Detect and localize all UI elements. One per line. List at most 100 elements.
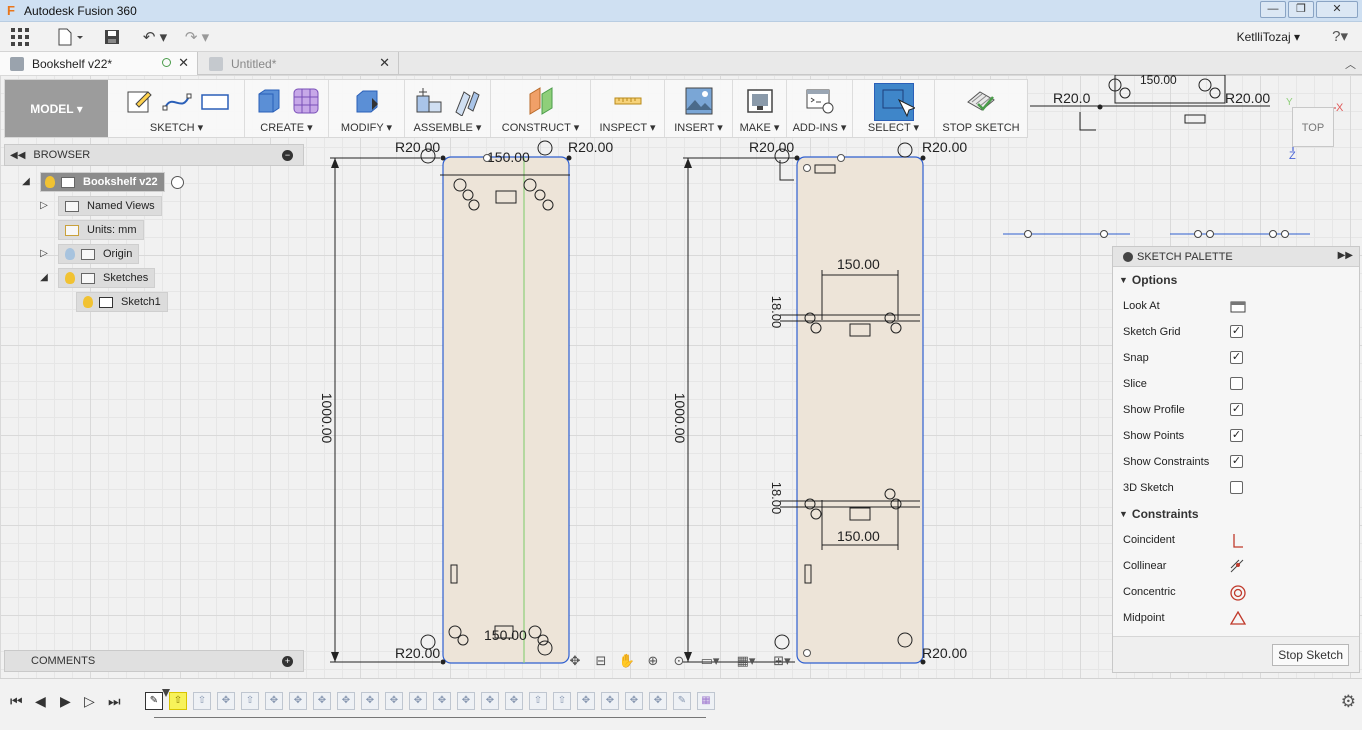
expanded-triangle-icon[interactable]: ◢ — [38, 272, 50, 284]
sketch-palette-header[interactable]: SKETCH PALETTE ▶▶ — [1113, 247, 1359, 267]
visibility-bulb-icon[interactable] — [65, 272, 75, 284]
timeline-feature[interactable]: ✥ — [649, 692, 667, 710]
form-icon[interactable] — [291, 86, 321, 116]
toolbar-group-make[interactable]: MAKE ▾ — [733, 80, 787, 137]
go-to-end-icon[interactable]: ⏭ — [108, 693, 121, 710]
timeline-feature[interactable]: ✥ — [385, 692, 403, 710]
close-tab-icon[interactable]: ✕ — [178, 55, 189, 71]
browser-panel-header[interactable]: ◀◀ BROWSER − — [4, 144, 304, 166]
display-settings-icon[interactable]: ▭▾ — [696, 653, 724, 669]
tab-bookshelf[interactable]: Bookshelf v22* ✕ — [0, 52, 198, 75]
help-icon[interactable]: ?▾ — [1332, 27, 1348, 45]
select-tool-button[interactable] — [873, 83, 916, 121]
timeline-feature[interactable]: ✎ — [673, 692, 691, 710]
fit-icon[interactable]: ⊙ — [670, 653, 688, 669]
step-back-icon[interactable]: ◀︎ — [35, 693, 46, 710]
timeline-feature[interactable]: ✥ — [601, 692, 619, 710]
play-icon[interactable]: ▶ — [60, 693, 71, 710]
visibility-bulb-icon[interactable] — [45, 176, 55, 188]
spline-icon[interactable] — [162, 86, 192, 116]
add-comment-icon[interactable]: + — [282, 656, 293, 667]
extrude-icon[interactable] — [253, 86, 283, 116]
stop-sketch-icon[interactable] — [966, 86, 996, 116]
timeline-feature[interactable]: ✥ — [481, 692, 499, 710]
collapsed-triangle-icon[interactable]: ▷ — [38, 248, 50, 260]
timeline-feature[interactable]: ✥ — [217, 692, 235, 710]
toolbar-group-insert[interactable]: INSERT ▾ — [665, 80, 733, 137]
timeline-feature[interactable]: ✥ — [361, 692, 379, 710]
slice-checkbox[interactable] — [1230, 377, 1243, 390]
grid-settings-icon[interactable]: ▦▾ — [732, 653, 760, 669]
timeline-form-feature[interactable]: ▦ — [697, 692, 715, 710]
timeline-sketch-feature[interactable]: ✎ — [145, 692, 163, 710]
toolbar-group-assemble[interactable]: ASSEMBLE ▾ — [405, 80, 491, 137]
constraint-collinear[interactable]: Collinear — [1113, 553, 1359, 579]
browser-root-node[interactable]: ◢ Bookshelf v22 — [20, 172, 184, 192]
show-profile-checkbox[interactable]: ✓ — [1230, 403, 1243, 416]
activate-radio-icon[interactable] — [170, 175, 184, 189]
3d-print-icon[interactable] — [745, 86, 775, 116]
toolbar-group-sketch[interactable]: SKETCH ▾ — [109, 80, 245, 137]
viewcube[interactable]: TOP — [1292, 107, 1334, 147]
visibility-bulb-icon[interactable] — [83, 296, 93, 308]
stop-sketch-tool[interactable]: STOP SKETCH — [935, 80, 1027, 137]
zoom-icon[interactable]: ⊕ — [644, 653, 662, 669]
timeline-feature[interactable]: ✥ — [313, 692, 331, 710]
minimize-icon[interactable]: − — [282, 150, 293, 161]
toolbar-group-select[interactable]: SELECT ▾ — [853, 80, 935, 137]
close-tab-icon[interactable]: ✕ — [379, 55, 390, 71]
collapse-browser-icon[interactable]: ◀◀ — [10, 150, 25, 161]
data-panel-grid-icon[interactable] — [6, 25, 34, 49]
expand-palette-icon[interactable]: ▶▶ — [1338, 250, 1353, 261]
timeline-feature[interactable]: ✥ — [505, 692, 523, 710]
collinear-icon[interactable] — [1230, 559, 1244, 576]
tab-untitled[interactable]: Untitled* ✕ — [199, 52, 399, 75]
timeline-feature[interactable]: ✥ — [289, 692, 307, 710]
undo-icon[interactable]: ↶ ▾ — [138, 25, 172, 49]
timeline-feature[interactable]: ✥ — [457, 692, 475, 710]
toolbar-group-inspect[interactable]: INSPECT ▾ — [591, 80, 665, 137]
insert-image-icon[interactable] — [684, 86, 714, 116]
show-points-checkbox[interactable]: ✓ — [1230, 429, 1243, 442]
step-forward-icon[interactable]: ▷ — [84, 693, 95, 710]
options-section-header[interactable]: ▼ Options — [1113, 267, 1359, 293]
close-window-button[interactable]: ✕ — [1316, 1, 1358, 18]
user-account-menu[interactable]: KetlliTozaj ▾ — [1237, 30, 1300, 44]
timeline-feature[interactable]: ✥ — [577, 692, 595, 710]
press-pull-icon[interactable] — [352, 86, 382, 116]
sketch-grid-checkbox[interactable]: ✓ — [1230, 325, 1243, 338]
go-to-start-icon[interactable]: ⏮ — [10, 693, 23, 710]
minimize-button[interactable]: — — [1260, 1, 1286, 18]
timeline-feature[interactable]: ✥ — [433, 692, 451, 710]
timeline-feature[interactable]: ✥ — [265, 692, 283, 710]
toolbar-group-construct[interactable]: CONSTRUCT ▾ — [491, 80, 591, 137]
concentric-icon[interactable] — [1230, 585, 1246, 604]
midpoint-icon[interactable] — [1229, 610, 1247, 628]
chevron-up-icon[interactable]: ︿ — [1345, 56, 1356, 72]
look-at-icon[interactable]: ⊟ — [592, 653, 610, 669]
constraint-midpoint[interactable]: Midpoint — [1113, 605, 1359, 631]
snap-checkbox[interactable]: ✓ — [1230, 351, 1243, 364]
toolbar-group-modify[interactable]: MODIFY ▾ — [329, 80, 405, 137]
file-menu-icon[interactable] — [54, 25, 88, 49]
timeline-feature[interactable]: ⇧ — [529, 692, 547, 710]
timeline-feature[interactable]: ⇧ — [193, 692, 211, 710]
show-constraints-checkbox[interactable]: ✓ — [1230, 455, 1243, 468]
orbit-icon[interactable]: ✥ — [566, 653, 584, 669]
coincident-icon[interactable] — [1230, 533, 1244, 552]
constraint-coincident[interactable]: Coincident — [1113, 527, 1359, 553]
pan-icon[interactable]: ✋ — [618, 653, 636, 669]
rectangle-icon[interactable] — [200, 86, 230, 116]
timeline-feature[interactable]: ⇧ — [241, 692, 259, 710]
create-sketch-icon[interactable] — [124, 86, 154, 116]
timeline-feature[interactable]: ⇧ — [553, 692, 571, 710]
browser-item-sketches[interactable]: ◢ Sketches — [38, 268, 156, 288]
offset-plane-icon[interactable] — [526, 86, 556, 116]
browser-item-named-views[interactable]: ▷ Named Views — [38, 196, 162, 216]
constraint-concentric[interactable]: Concentric — [1113, 579, 1359, 605]
stop-sketch-button[interactable]: Stop Sketch — [1272, 644, 1349, 666]
minimize-icon[interactable] — [1123, 252, 1133, 262]
scripts-addins-icon[interactable] — [805, 86, 835, 116]
collapsed-triangle-icon[interactable]: ▷ — [38, 200, 50, 212]
maximize-button[interactable]: ❐ — [1288, 1, 1314, 18]
